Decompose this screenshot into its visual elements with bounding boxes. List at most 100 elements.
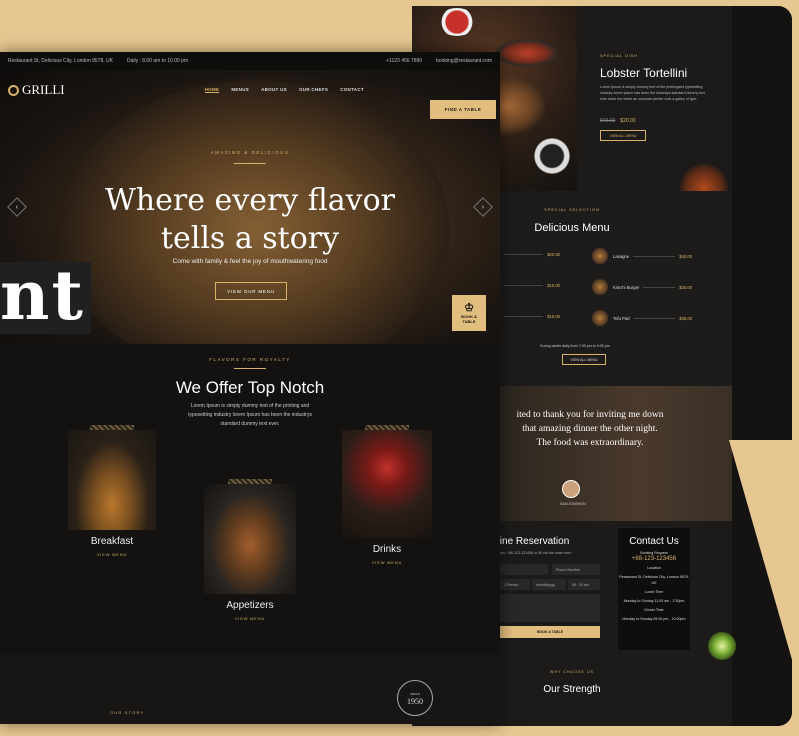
offer-description: Lorem Ipsum is simply dummy text of the … — [188, 403, 312, 427]
old-price: $40.00 — [600, 118, 616, 124]
nav-menus[interactable]: MENUS — [231, 87, 249, 93]
offer-section: FLAVORS FOR ROYALTY We Offer Top Notch L… — [0, 344, 500, 672]
view-menu-link[interactable]: VIEW MENU — [68, 552, 156, 557]
menu-price: $20.50 — [547, 252, 560, 257]
message-field[interactable] — [500, 594, 600, 622]
hero-kicker: AMAZING & DELICIOUS — [210, 150, 290, 155]
phone-field[interactable]: Phone Number — [552, 564, 600, 575]
drinks-image — [342, 430, 432, 538]
lunch-label: Lunch Time — [644, 590, 664, 594]
book-a-table-button[interactable]: BOOK A TABLE — [500, 626, 600, 638]
dinner-hours: Monday to Sunday 05.00 pm - 10.00pm — [622, 617, 686, 621]
menu-line — [633, 317, 676, 319]
testimonial-author: SAM JONSHON — [560, 502, 586, 506]
new-price: $20.00 — [620, 118, 636, 124]
time-select[interactable]: 08 : 00 am — [568, 579, 600, 590]
menu-item[interactable]: $15.00 — [500, 314, 560, 319]
menu-thumb — [592, 310, 608, 326]
testimonial-line-2: that amazing dinner the other night. — [522, 424, 658, 434]
contact-card: Contact Us Booking Request +88-123-12345… — [618, 528, 690, 650]
nav-about[interactable]: ABOUT US — [261, 87, 287, 93]
menu-name: Kimchi Burger — [613, 284, 640, 290]
find-a-table-button[interactable]: FIND A TABLE — [430, 100, 496, 119]
kiwi-image — [708, 632, 736, 660]
date-input[interactable]: mm/dd/yyyy — [532, 579, 566, 590]
menu-item[interactable]: Tofu Pad $45.00 — [592, 310, 692, 326]
navbar: GRILLI HOME MENUS ABOUT US OUR CHEFS CON… — [0, 70, 500, 110]
contact-title: Contact Us — [629, 536, 679, 547]
menu-line — [643, 286, 676, 288]
brand-name: GRILLI — [22, 82, 65, 97]
pepper-bowl — [532, 136, 572, 176]
topbar-contacts: +1123 456 7890 booking@restaurant.com — [386, 58, 492, 64]
testimonial-line-3: The food was extraordinary. — [536, 438, 644, 448]
logo-icon — [8, 84, 19, 96]
offer-divider — [234, 368, 266, 369]
menu-item[interactable]: $10.00 — [500, 283, 560, 288]
menu-thumb — [592, 248, 608, 264]
nav-contact[interactable]: CONTACT — [340, 87, 364, 93]
special-price: $40.00 $20.00 — [600, 118, 636, 124]
book-a-table-badge[interactable]: ♔ BOOK A TABLE — [452, 295, 486, 331]
nav-chefs[interactable]: OUR CHEFS — [299, 87, 328, 93]
special-title: Lobster Tortellini — [600, 66, 688, 80]
dish-name: Breakfast — [90, 536, 134, 547]
hero-title: Where every flavor tells a story — [0, 182, 500, 258]
view-menu-link[interactable]: VIEW MENU — [342, 560, 432, 565]
contact-phone[interactable]: +88-123-123456 — [618, 556, 690, 562]
topbar-email[interactable]: booking@restaurant.com — [436, 58, 492, 64]
nav-home[interactable]: HOME — [204, 87, 220, 93]
view-our-menu-button[interactable]: VIEW OUR MENU — [215, 282, 287, 300]
testimonial-quote: ited to thank you for inviting me down t… — [500, 408, 680, 450]
sauce-plate — [492, 38, 562, 68]
dish-card-breakfast[interactable]: Breakfast VIEW MENU — [68, 425, 156, 557]
menu-item[interactable]: Kimchi Burger $35.00 — [592, 279, 692, 295]
dish-name: Drinks — [372, 544, 402, 555]
logo[interactable]: GRILLI — [8, 82, 65, 98]
appetizers-image — [204, 484, 296, 594]
overlay-heading-fragment: nt — [0, 262, 91, 334]
menu-price: $10.00 — [547, 283, 560, 288]
dinner-label: Dinner Time — [644, 608, 664, 612]
location-address: Restaurant St, Delicious City, London 95… — [619, 575, 689, 585]
offer-kicker: FLAVORS FOR ROYALTY — [209, 357, 291, 362]
story-kicker: OUR STORY — [110, 710, 145, 715]
lunch-hours: Monday to Sunday 11.00 am - 2.30pm — [623, 599, 685, 603]
nav-links: HOME MENUS ABOUT US OUR CHEFS CONTACT — [204, 87, 364, 93]
testimonial-line-1: ited to thank you for inviting me down — [516, 410, 664, 420]
reservation-title: nline Reservation — [492, 536, 570, 547]
dish-card-appetizers[interactable]: Appetizers VIEW MENU — [204, 479, 296, 621]
topbar-address: Restaurant St, Delicious City, London 95… — [8, 58, 113, 64]
dish-name: Appetizers — [226, 600, 274, 611]
since-badge: SINCE 1950 — [397, 680, 433, 716]
topbar-phone[interactable]: +1123 456 7890 — [386, 58, 422, 64]
since-year: 1950 — [407, 697, 423, 706]
topbar: Restaurant St, Delicious City, London 95… — [0, 52, 500, 70]
reservation-subtitle: ervation, +88-123-123456 or fill out the… — [492, 551, 572, 555]
restaurant-icon: ♔ — [464, 302, 474, 314]
location-label: Location — [647, 566, 661, 570]
menu-name: Lasagne — [613, 253, 630, 259]
menu-line — [504, 316, 544, 317]
menu-price: $45.00 — [679, 315, 692, 321]
main-page-preview: Restaurant St, Delicious City, London 95… — [0, 52, 500, 724]
chevron-right-icon: › — [481, 203, 485, 211]
view-all-menu-button[interactable]: VIEW ALL MENU — [600, 130, 646, 141]
menu-line — [633, 255, 676, 257]
special-description: Lorem Ipsum is simply dummy text of the … — [600, 85, 706, 101]
special-kicker: SPECIAL DISH — [600, 54, 639, 58]
hero-title-line-2: tells a story — [160, 221, 340, 256]
menu-item[interactable]: Lasagne $40.00 — [592, 248, 692, 264]
chevron-left-icon: ‹ — [15, 203, 19, 211]
name-field[interactable] — [500, 564, 548, 575]
dish-card-drinks[interactable]: Drinks VIEW MENU — [342, 425, 432, 565]
menu-item[interactable]: $20.50 — [500, 252, 560, 257]
breakfast-image — [68, 430, 156, 530]
menu-price: $15.00 — [547, 314, 560, 319]
people-select[interactable]: 1 Person — [500, 579, 530, 590]
menu-note: During winter daily from 7:00 pm to 9:00… — [540, 344, 610, 348]
view-menu-link[interactable]: VIEW MENU — [204, 616, 296, 621]
hero-title-line-1: Where every flavor — [104, 183, 396, 218]
hero-divider — [234, 163, 266, 164]
menu-view-all-button[interactable]: VIEW ALL MENU — [562, 354, 606, 365]
